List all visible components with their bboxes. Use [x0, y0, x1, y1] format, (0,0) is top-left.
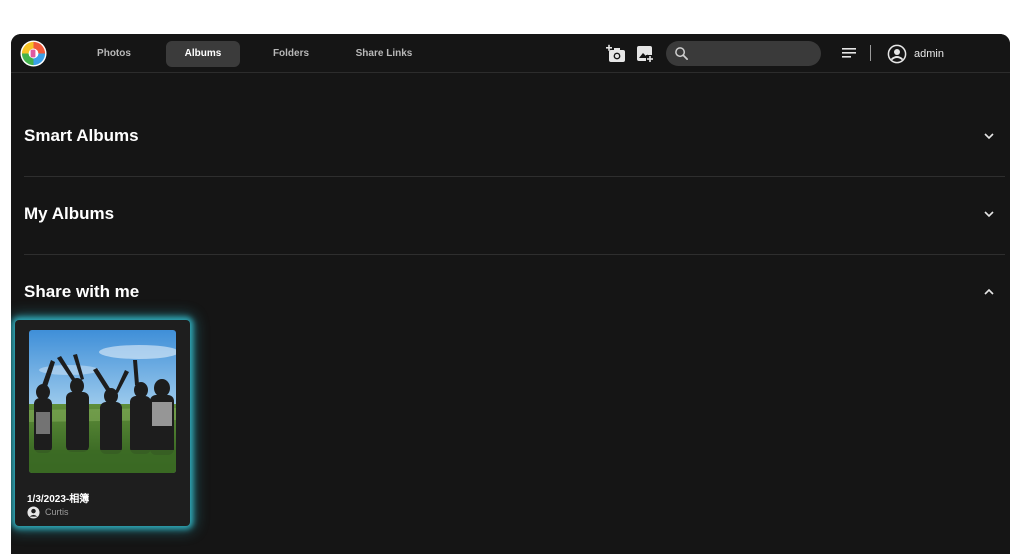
top-navigation-bar: Photos Albums Folders Share Links admin [11, 34, 1010, 73]
app-window: Photos Albums Folders Share Links admin … [11, 34, 1010, 554]
section-divider [24, 176, 1005, 177]
tab-share-links[interactable]: Share Links [349, 41, 419, 67]
tab-photos[interactable]: Photos [88, 41, 140, 67]
tab-albums[interactable]: Albums [166, 41, 240, 67]
add-photo-icon[interactable] [635, 44, 655, 64]
owner-name: Curtis [45, 507, 69, 517]
section-share-with-me[interactable]: Share with me [24, 272, 1005, 312]
section-title: Share with me [24, 282, 140, 301]
toolbar-separator [870, 45, 871, 61]
search-box[interactable] [666, 41, 821, 66]
user-name: admin [914, 48, 944, 60]
account-circle-icon [887, 44, 907, 64]
owner-avatar-icon [27, 506, 40, 519]
album-card[interactable]: 1/3/2023-相簿 Curtis [15, 320, 190, 526]
album-title: 1/3/2023-相簿 [27, 494, 90, 505]
search-input[interactable] [696, 41, 814, 66]
section-title: My Albums [24, 204, 115, 223]
add-camera-icon[interactable] [606, 44, 626, 64]
tab-folders[interactable]: Folders [263, 41, 319, 67]
chevron-down-icon[interactable] [983, 208, 995, 220]
search-icon [675, 47, 688, 60]
section-divider [24, 254, 1005, 255]
section-smart-albums[interactable]: Smart Albums [24, 116, 1005, 156]
sort-icon[interactable] [840, 44, 858, 62]
chevron-up-icon[interactable] [983, 286, 995, 298]
section-my-albums[interactable]: My Albums [24, 194, 1005, 234]
chevron-down-icon[interactable] [983, 130, 995, 142]
section-title: Smart Albums [24, 126, 139, 145]
album-cover-image [29, 330, 176, 473]
app-logo-icon[interactable] [20, 40, 47, 67]
